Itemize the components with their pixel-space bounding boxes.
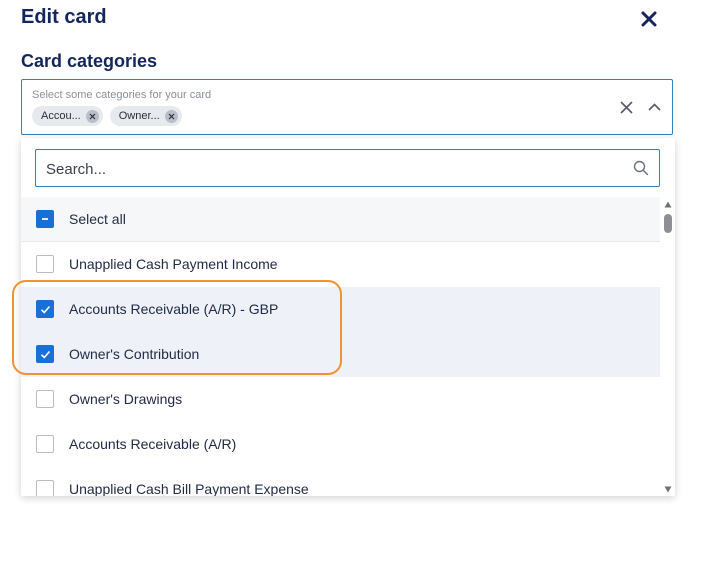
triangle-up-icon — [664, 201, 672, 207]
close-icon — [168, 113, 175, 119]
check-icon — [40, 350, 50, 359]
option-label: Accounts Receivable (A/R) — [69, 436, 237, 452]
option-label: Accounts Receivable (A/R) - GBP — [69, 301, 279, 317]
checkbox[interactable] — [36, 390, 54, 408]
scroll-thumb[interactable] — [664, 214, 672, 233]
search-icon — [633, 160, 649, 176]
dialog-title: Edit card — [21, 6, 107, 28]
option-label: Owner's Drawings — [69, 391, 183, 407]
option-item[interactable]: Owner's Contribution — [21, 332, 660, 377]
selected-chips: Accou... Owner... — [32, 106, 182, 126]
clear-selection-button[interactable] — [618, 99, 634, 115]
option-select-all[interactable]: Select all — [21, 197, 660, 242]
option-item[interactable]: Owner's Drawings — [21, 377, 660, 422]
category-multiselect[interactable]: Select some categories for your card Acc… — [21, 79, 673, 135]
chip-label: Owner... — [118, 110, 160, 122]
chip-label: Accou... — [41, 110, 81, 122]
option-item[interactable]: Unapplied Cash Bill Payment Expense — [21, 467, 660, 496]
chip-remove-button[interactable] — [85, 109, 99, 123]
close-button[interactable] — [636, 6, 662, 32]
option-label: Unapplied Cash Payment Income — [69, 256, 278, 272]
option-label: Select all — [69, 211, 126, 227]
checkbox[interactable] — [36, 480, 54, 496]
checkbox[interactable] — [36, 300, 54, 318]
triangle-down-icon — [664, 486, 672, 492]
multiselect-placeholder: Select some categories for your card — [32, 89, 212, 101]
checkbox[interactable] — [36, 345, 54, 363]
options-list: Select all Unapplied Cash Payment Income… — [21, 197, 660, 496]
chip-remove-button[interactable] — [164, 109, 178, 123]
minus-icon — [42, 218, 48, 220]
category-dropdown: Select all Unapplied Cash Payment Income… — [21, 138, 675, 496]
chevron-up-icon — [647, 103, 661, 111]
close-icon — [641, 11, 657, 27]
check-icon — [40, 305, 50, 314]
field-label: Card categories — [21, 51, 158, 71]
chip: Owner... — [109, 106, 182, 126]
option-item[interactable]: Accounts Receivable (A/R) - GBP — [21, 287, 660, 332]
option-label: Owner's Contribution — [69, 346, 200, 362]
scroll-down-arrow[interactable] — [664, 485, 672, 493]
checkbox[interactable] — [36, 210, 54, 228]
option-item[interactable]: Accounts Receivable (A/R) — [21, 422, 660, 467]
close-icon — [89, 113, 96, 119]
search-input[interactable] — [44, 150, 628, 188]
collapse-dropdown-button[interactable] — [646, 99, 662, 115]
search-box — [35, 149, 660, 188]
option-label: Unapplied Cash Bill Payment Expense — [69, 481, 309, 496]
scrollbar[interactable] — [661, 197, 675, 496]
chip: Accou... — [32, 106, 103, 126]
checkbox[interactable] — [36, 435, 54, 453]
scroll-up-arrow[interactable] — [664, 200, 672, 208]
checkbox[interactable] — [36, 255, 54, 273]
option-item[interactable]: Unapplied Cash Payment Income — [21, 242, 660, 287]
clear-icon — [619, 100, 633, 114]
